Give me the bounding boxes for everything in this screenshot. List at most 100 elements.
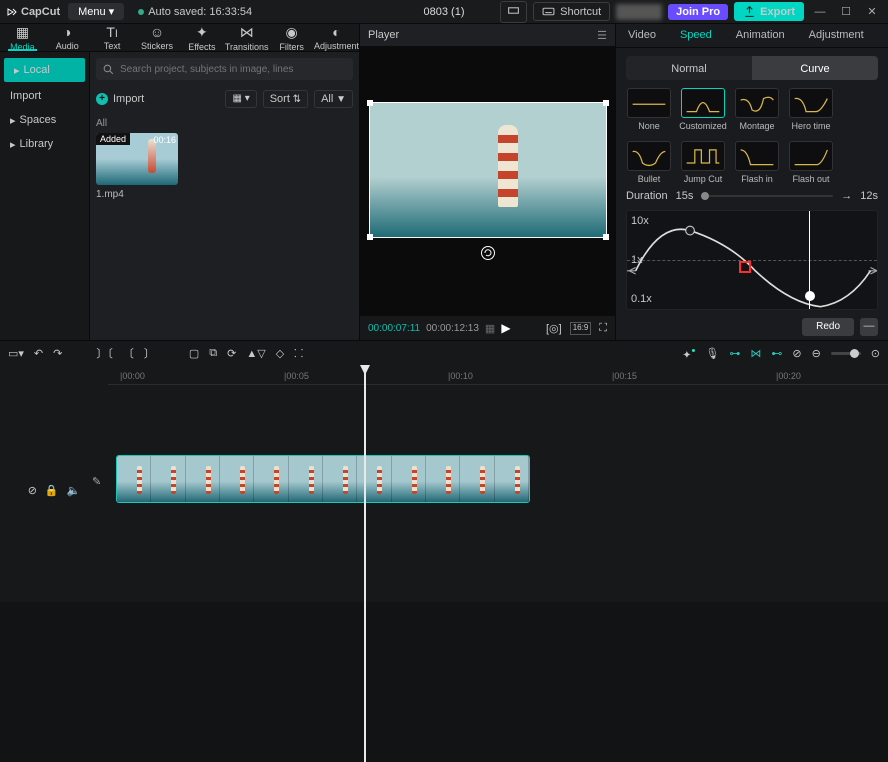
- preset-row-2: Bullet Jump Cut Flash in Flash out: [616, 133, 888, 186]
- added-badge: Added: [96, 133, 130, 145]
- lock-icon[interactable]: 🔒: [45, 484, 59, 497]
- zoom-slider[interactable]: [831, 352, 861, 355]
- snap-icon[interactable]: ⊷: [771, 347, 782, 360]
- preset-flashout[interactable]: Flash out: [788, 141, 834, 184]
- rotate-handle[interactable]: [481, 246, 495, 260]
- effects-icon[interactable]: ✦•: [682, 345, 695, 362]
- speed-normal[interactable]: Normal: [626, 56, 752, 80]
- tab-audio[interactable]: ◑Audio: [45, 24, 90, 51]
- maximize-button[interactable]: ☐: [836, 5, 856, 18]
- search-icon: [102, 63, 115, 76]
- timeline-panel: ▭▾ ↶ ↷ 〕〔 〔 〕 ▢ ⧉ ⟳ ▲▽ ◇ ⸬ ✦• 🎙 ⊶ ⋈ ⊷ ⊘ …: [0, 340, 888, 602]
- import-button[interactable]: +Import: [96, 93, 144, 105]
- player-menu-icon[interactable]: ☰: [597, 29, 607, 42]
- timeline-clip[interactable]: 〔◦◦〕 〔〕 ◦◦〔〕 ◦◦◦○●: [116, 455, 530, 503]
- grid-icon[interactable]: ▦: [485, 322, 495, 335]
- tab-transitions[interactable]: ⋈Transitions: [224, 24, 269, 51]
- menu-button[interactable]: Menu ▾: [68, 3, 124, 20]
- redo-icon[interactable]: ↷: [53, 347, 62, 360]
- play-button[interactable]: ▶: [501, 321, 510, 335]
- preset-row-1: None Customized Montage Hero time: [616, 80, 888, 133]
- rotate-icon[interactable]: ◇: [276, 347, 284, 360]
- magnet-on-icon[interactable]: ⊶: [729, 347, 740, 360]
- side-import[interactable]: Import: [0, 84, 89, 108]
- rp-tab-adjustment[interactable]: Adjustment: [797, 24, 876, 47]
- preset-flashin[interactable]: Flash in: [734, 141, 780, 184]
- minimize-button[interactable]: —: [810, 6, 830, 18]
- duplicate-icon[interactable]: ⧉: [209, 347, 217, 360]
- ratio-label[interactable]: 16:9: [570, 322, 592, 335]
- titlebar: CapCut Menu ▾ Auto saved: 16:33:54 0803 …: [0, 0, 888, 24]
- edit-track-icon[interactable]: ✎: [92, 475, 106, 489]
- timeline-ruler[interactable]: |00:00 |00:05 |00:10 |00:15 |00:20: [108, 365, 888, 385]
- tab-text[interactable]: TIText: [90, 24, 135, 51]
- delete-icon[interactable]: ▢: [189, 347, 199, 360]
- trim-left-icon[interactable]: 〔: [123, 345, 134, 361]
- scale-icon[interactable]: [◎]: [546, 322, 562, 335]
- total-time: 00:00:12:13: [426, 323, 479, 334]
- tab-adjustment[interactable]: ◐Adjustment: [314, 24, 359, 51]
- tab-media[interactable]: ▦Media: [0, 24, 45, 51]
- view-grid-button[interactable]: ▦ ▾: [225, 90, 256, 108]
- remove-point-button[interactable]: —: [860, 318, 878, 336]
- pointer-tool[interactable]: ▭▾: [8, 347, 24, 360]
- preset-none[interactable]: None: [626, 88, 672, 131]
- split-icon[interactable]: 〕〔: [96, 345, 113, 361]
- autosave-indicator: Auto saved: 16:33:54: [138, 6, 252, 18]
- mute-icon[interactable]: 🔈: [67, 484, 81, 497]
- category-label: All: [96, 118, 353, 129]
- tab-effects[interactable]: ✦Effects: [179, 24, 224, 51]
- side-library[interactable]: ▸Library: [0, 132, 89, 156]
- rp-tab-speed[interactable]: Speed: [668, 24, 724, 47]
- search-input[interactable]: [120, 64, 347, 75]
- curve-point[interactable]: [805, 291, 815, 301]
- shortcut-button[interactable]: Shortcut: [533, 2, 610, 21]
- curve-editor[interactable]: 10x1x0.1x: [626, 210, 878, 310]
- preset-bullet[interactable]: Bullet: [626, 141, 672, 184]
- mirror-icon[interactable]: ▲▽: [246, 347, 265, 360]
- sort-button[interactable]: Sort ⇅: [263, 90, 308, 108]
- asset-tabs: ▦Media ◑Audio TIText ☺Stickers ✦Effects …: [0, 24, 359, 52]
- undo-icon[interactable]: ↶: [34, 347, 43, 360]
- rp-tab-video[interactable]: Video: [616, 24, 668, 47]
- user-avatar[interactable]: [616, 4, 662, 20]
- aspect-ratio-button[interactable]: [500, 1, 527, 23]
- filter-all-button[interactable]: All ▼: [314, 90, 353, 108]
- current-time: 00:00:07:11: [368, 323, 420, 334]
- timeline-playhead[interactable]: [364, 365, 366, 762]
- preset-montage[interactable]: Montage: [734, 88, 780, 131]
- speed-mode-toggle: Normal Curve: [626, 56, 878, 80]
- search-field[interactable]: [96, 58, 353, 80]
- trim-right-icon[interactable]: 〕: [144, 345, 155, 361]
- zoom-fit-icon[interactable]: ⊙: [871, 347, 880, 360]
- preset-jumpcut[interactable]: Jump Cut: [680, 141, 726, 184]
- preview-frame[interactable]: [369, 102, 607, 238]
- join-pro-button[interactable]: Join Pro: [668, 4, 728, 20]
- redo-button[interactable]: Redo: [802, 318, 854, 336]
- timeline-tracks[interactable]: ⊘ 🔒 🔈 ✎ 〔◦◦〕 〔〕 ◦◦〔〕 ◦◦◦○●: [0, 385, 888, 602]
- curve-selected-point[interactable]: [739, 261, 751, 273]
- side-local[interactable]: ▸Local: [4, 58, 85, 82]
- tab-filters[interactable]: ◉Filters: [269, 24, 314, 51]
- crop-icon[interactable]: ⸬: [294, 346, 303, 361]
- media-browser: +Import ▦ ▾ Sort ⇅ All ▼ All Added 00:16…: [90, 52, 359, 340]
- snap-off-icon[interactable]: ⊘: [792, 347, 801, 360]
- zoom-out-icon[interactable]: ⊖: [812, 347, 821, 360]
- link-icon[interactable]: ⋈: [750, 347, 761, 360]
- duration-slider[interactable]: [701, 195, 833, 197]
- tab-stickers[interactable]: ☺Stickers: [135, 24, 180, 51]
- reverse-icon[interactable]: ⟳: [227, 347, 236, 360]
- close-button[interactable]: ✕: [862, 5, 882, 18]
- preset-herotime[interactable]: Hero time: [788, 88, 834, 131]
- preset-customized[interactable]: Customized: [680, 88, 726, 131]
- rp-tab-animation[interactable]: Animation: [724, 24, 797, 47]
- player-title: Player: [368, 29, 399, 41]
- media-item[interactable]: Added 00:16: [96, 133, 178, 185]
- fullscreen-icon[interactable]: ⛶: [599, 322, 607, 335]
- speed-curve[interactable]: Curve: [752, 56, 878, 80]
- disable-icon[interactable]: ⊘: [28, 484, 37, 497]
- export-button[interactable]: Export: [734, 2, 804, 21]
- side-spaces[interactable]: ▸Spaces: [0, 108, 89, 132]
- player-viewport[interactable]: [360, 46, 615, 316]
- mic-icon[interactable]: 🎙: [705, 347, 719, 360]
